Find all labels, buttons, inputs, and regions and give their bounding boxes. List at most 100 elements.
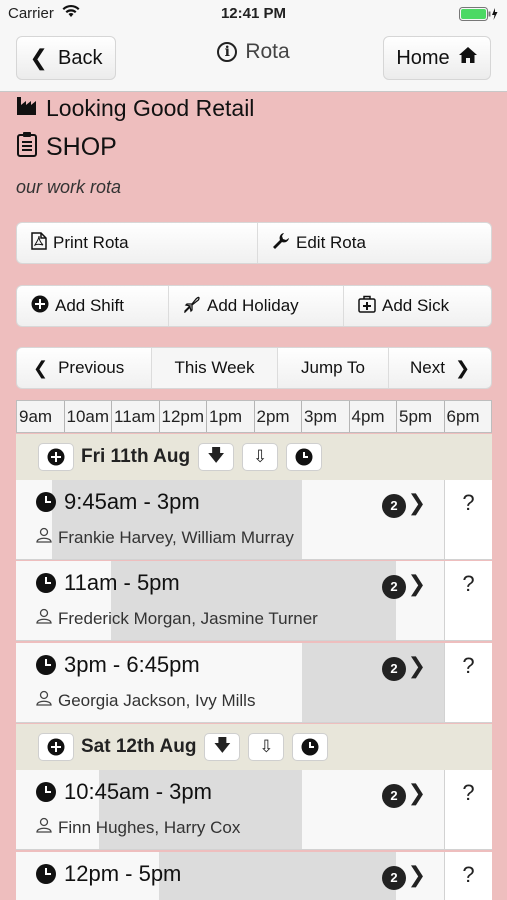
add-shift-button[interactable]: Add Shift (17, 286, 169, 326)
hour-label: 12pm (160, 401, 207, 432)
this-week-label: This Week (174, 358, 255, 377)
staff-count-badge: 2 (382, 575, 406, 599)
shift-help-button[interactable]: ? (444, 770, 492, 849)
pdf-file-icon (31, 231, 47, 255)
home-icon (458, 46, 478, 70)
day-clock-button[interactable] (292, 733, 329, 761)
day-header: Sat 12th Aug 🡇 ⇩ (16, 724, 492, 770)
clock-icon (36, 864, 56, 884)
shift-row[interactable]: 11am - 5pm Frederick Morgan, Jasmine Tur… (16, 561, 492, 641)
plus-circle-icon (31, 295, 49, 318)
shift-row[interactable]: 3pm - 6:45pm Georgia Jackson, Ivy Mills … (16, 643, 492, 723)
day-header: Fri 11th Aug 🡇 ⇩ (16, 434, 492, 480)
page-title-text: Rota (245, 40, 290, 63)
chevron-right-icon[interactable]: ❯ (408, 653, 426, 679)
clipboard-icon (16, 131, 38, 164)
shift-staff-text: Georgia Jackson, Ivy Mills (58, 690, 256, 710)
shift-row[interactable]: 10:45am - 3pm Finn Hughes, Harry Cox 2 ❯… (16, 770, 492, 850)
arrow-down-outline-icon: ⇩ (252, 447, 268, 466)
shift-help-button[interactable]: ? (444, 643, 492, 722)
jump-to-button[interactable]: Jump To (278, 348, 389, 388)
hour-label: 10am (65, 401, 112, 432)
chevron-right-icon[interactable]: ❯ (408, 571, 426, 597)
hour-label: 4pm (350, 401, 397, 432)
shift-staff: Frederick Morgan, Jasmine Turner (36, 608, 318, 629)
add-shift-label: Add Shift (55, 296, 124, 315)
medical-kit-icon (358, 295, 376, 318)
shift-help-button[interactable]: ? (444, 561, 492, 640)
shift-help-button[interactable]: ? (444, 480, 492, 559)
info-icon: i (217, 42, 238, 62)
question-icon: ? (462, 653, 475, 678)
chevron-right-icon[interactable]: ❯ (408, 862, 426, 888)
move-down-outline-button[interactable]: ⇩ (248, 733, 285, 761)
company-name: Looking Good Retail (46, 94, 255, 121)
day-clock-button[interactable] (286, 443, 323, 471)
print-rota-button[interactable]: Print Rota (17, 223, 258, 263)
factory-icon (16, 94, 40, 122)
arrow-down-outline-icon: ⇩ (259, 737, 274, 756)
shift-row[interactable]: 9:45am - 3pm Frankie Harvey, William Mur… (16, 480, 492, 560)
shift-time-text: 10:45am - 3pm (64, 779, 212, 804)
shift-help-button[interactable]: ? (444, 852, 492, 900)
shift-time: 9:45am - 3pm (36, 489, 200, 515)
shift-staff: Frankie Harvey, William Murray (36, 527, 294, 548)
staff-count-badge: 2 (382, 657, 406, 681)
company-heading: Looking Good Retail (16, 94, 254, 122)
move-down-button[interactable]: 🡇 (204, 733, 241, 761)
shift-staff: Finn Hughes, Harry Cox (36, 817, 240, 838)
previous-label: Previous (58, 358, 125, 377)
hour-label: 6pm (446, 407, 480, 426)
add-actions-bar: Add Shift Add Holiday Add Sick (16, 285, 492, 327)
home-label: Home (396, 46, 450, 69)
clock-icon (295, 448, 313, 466)
add-shift-day-button[interactable] (38, 733, 74, 761)
shift-time: 10:45am - 3pm (36, 779, 212, 805)
shift-staff: Georgia Jackson, Ivy Mills (36, 690, 255, 711)
arrow-down-icon: 🡇 (207, 445, 225, 465)
shift-time-text: 9:45am - 3pm (64, 489, 200, 514)
user-icon (36, 690, 52, 711)
chevron-right-icon[interactable]: ❯ (408, 490, 426, 516)
shift-duration-bar (159, 852, 396, 900)
home-button[interactable]: Home (383, 36, 491, 80)
clock-icon (36, 655, 56, 675)
shift-row[interactable]: 12pm - 5pm 2 ❯ ? (16, 852, 492, 900)
shift-time-text: 11am - 5pm (64, 570, 180, 595)
hour-label: 2pm (255, 401, 302, 432)
chevron-right-icon[interactable]: ❯ (408, 780, 426, 806)
move-down-outline-button[interactable]: ⇩ (242, 443, 279, 471)
clock-icon (36, 782, 56, 802)
shop-heading: SHOP (16, 131, 117, 164)
this-week-button[interactable]: This Week (152, 348, 278, 388)
hour-label: 9am (17, 401, 65, 432)
add-holiday-button[interactable]: Add Holiday (169, 286, 344, 326)
arrow-down-icon: 🡇 (213, 735, 232, 755)
shift-time: 11am - 5pm (36, 570, 180, 596)
hour-label: 1pm (207, 401, 255, 432)
shift-staff-text: Frederick Morgan, Jasmine Turner (58, 608, 318, 628)
wrench-icon (272, 232, 290, 255)
question-icon: ? (462, 780, 475, 805)
print-rota-label: Print Rota (53, 233, 129, 252)
hour-label: 3pm (302, 401, 350, 432)
shop-name: SHOP (46, 133, 117, 161)
hour-label: 11am (112, 401, 160, 432)
clock-icon (36, 492, 56, 512)
chevron-right-icon: ❯ (454, 357, 471, 378)
question-icon: ? (462, 571, 475, 596)
add-shift-day-button[interactable] (38, 443, 74, 471)
next-week-button[interactable]: Next ❯ (389, 348, 491, 388)
previous-week-button[interactable]: ❮ Previous (17, 348, 152, 388)
edit-rota-button[interactable]: Edit Rota (258, 223, 491, 263)
clock-icon (36, 573, 56, 593)
add-holiday-label: Add Holiday (207, 296, 299, 315)
add-sick-label: Add Sick (382, 296, 450, 315)
rota-actions-bar: Print Rota Edit Rota (16, 222, 492, 264)
battery-icon (459, 7, 499, 25)
move-down-button[interactable]: 🡇 (198, 443, 235, 471)
week-nav-bar: ❮ Previous This Week Jump To Next ❯ (16, 347, 492, 389)
staff-count-badge: 2 (382, 866, 406, 890)
hour-label: 5pm (397, 401, 445, 432)
add-sick-button[interactable]: Add Sick (344, 286, 491, 326)
